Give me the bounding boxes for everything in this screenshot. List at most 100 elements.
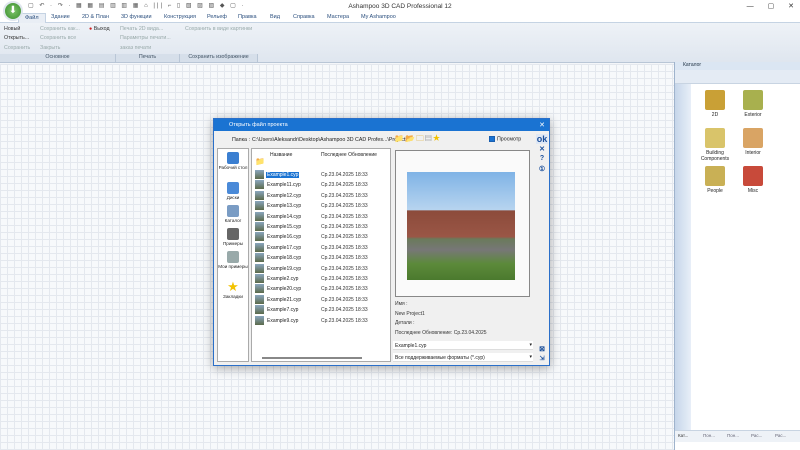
place-label: Диски xyxy=(227,195,240,200)
close-button[interactable]: Закрыть xyxy=(40,45,60,51)
file-name: Example13.cyp xyxy=(266,203,302,209)
catalog-item-exterior[interactable]: Exterior xyxy=(731,90,775,118)
file-row[interactable]: Example18.cypСр.23.04.2025 18:33 xyxy=(254,253,388,263)
catalog-item-label: Interior xyxy=(745,150,761,156)
file-row[interactable]: Example16.cypСр.23.04.2025 18:33 xyxy=(254,232,388,242)
exit-button[interactable]: ● Выход xyxy=(89,26,110,32)
tab-my-ashampoo[interactable]: My Ashampoo xyxy=(361,14,396,20)
save-all-button[interactable]: Сохранить все xyxy=(40,35,76,41)
file-name: Example11.cyp xyxy=(266,182,302,188)
tab-terrain[interactable]: Рельеф xyxy=(207,14,227,20)
file-row[interactable]: Example19.cypСр.23.04.2025 18:33 xyxy=(254,264,388,274)
catalog-item-misc[interactable]: Misc xyxy=(731,166,775,194)
file-row[interactable]: Example11.cypСр.23.04.2025 18:33 xyxy=(254,180,388,190)
tab-view[interactable]: Вид xyxy=(270,14,280,20)
resize-grip-icon[interactable]: ⇲ xyxy=(536,355,548,362)
file-row[interactable]: Example12.cypСр.23.04.2025 18:33 xyxy=(254,191,388,201)
new-folder-icon[interactable]: 🗀 xyxy=(416,134,425,143)
dropdown-arrow-icon[interactable]: ▾ xyxy=(529,342,532,348)
file-row[interactable]: Example13.cypСр.23.04.2025 18:33 xyxy=(254,201,388,211)
folder-up-icon[interactable]: 📁 xyxy=(394,134,405,143)
filetype-combo[interactable]: Все поддерживаемые форматы (*.cyp)▾ xyxy=(393,353,533,362)
file-row[interactable]: Example1.cypСр.23.04.2025 18:33 xyxy=(254,170,388,180)
tab-wizards[interactable]: Мастера xyxy=(327,14,349,20)
print-2d-button[interactable]: Печать 2D вида... xyxy=(120,26,163,32)
dropdown-arrow-icon[interactable]: ▾ xyxy=(529,354,532,360)
folder-path[interactable]: C:\Users\Aleksandr\Desktop\Ashampoo 3D C… xyxy=(252,137,408,143)
bottom-tab[interactable]: Пон... xyxy=(727,433,739,438)
tab-2d-plan[interactable]: 2D & План xyxy=(82,14,109,20)
parent-folder-icon[interactable]: 📁 xyxy=(255,157,265,166)
file-date: Ср.23.04.2025 18:33 xyxy=(321,193,368,199)
horizontal-scrollbar[interactable] xyxy=(254,355,388,361)
open-project-dialog: Открыть файл проекта ✕ Папка : C:\Users\… xyxy=(213,118,550,366)
ok-button[interactable]: ok xyxy=(536,134,548,144)
print-params-button[interactable]: Параметры печати... xyxy=(120,35,171,41)
file-name: Example21.cyp xyxy=(266,297,302,303)
info-button[interactable]: ① xyxy=(536,165,548,173)
folder-icon[interactable]: 📂 xyxy=(405,134,416,143)
place-examples[interactable]: Примеры xyxy=(218,228,248,246)
bottom-tab[interactable]: Рас... xyxy=(775,433,786,438)
thumbnail-icon xyxy=(255,180,264,189)
bottom-tab[interactable]: Пон... xyxy=(703,433,715,438)
place-my-examples[interactable]: Мои примеры xyxy=(218,251,248,269)
preview-label: Просмотр xyxy=(497,136,521,142)
filename-value: Example1.cyp xyxy=(395,343,426,349)
star-icon: ★ xyxy=(227,281,239,293)
file-date: Ср.23.04.2025 18:33 xyxy=(321,297,368,303)
scrollbar-thumb[interactable] xyxy=(262,357,362,359)
print-order-button[interactable]: заказ печати xyxy=(120,45,151,51)
folder-toolbar[interactable]: 📁📂🗀▤★ xyxy=(394,133,441,147)
bottom-tab[interactable]: Рас... xyxy=(751,433,762,438)
view-toggle-icon[interactable]: ⊠ xyxy=(536,345,548,353)
tab-edit[interactable]: Правка xyxy=(238,14,257,20)
tab-construction[interactable]: Конструкция xyxy=(164,14,196,20)
app-menu-button[interactable]: ⬇ xyxy=(3,1,23,21)
catalog-toolbar[interactable] xyxy=(675,70,800,84)
file-row[interactable]: Example15.cypСр.23.04.2025 18:33 xyxy=(254,222,388,232)
tab-building[interactable]: Здание xyxy=(51,14,70,20)
catalog-item-interior[interactable]: Interior xyxy=(731,128,775,156)
checkbox-icon xyxy=(489,136,495,142)
file-row[interactable]: Example17.cypСр.23.04.2025 18:33 xyxy=(254,243,388,253)
file-row[interactable]: Example21.cyp Ср.23.04.2025 18:33 xyxy=(254,295,388,305)
thumbnail-icon xyxy=(255,201,264,210)
column-updated[interactable]: Последнее Обновление xyxy=(321,152,377,158)
place-catalog[interactable]: Каталог xyxy=(218,205,248,223)
save-as-button[interactable]: Сохранить как... xyxy=(40,26,80,32)
title-bar: ▢ ↶ · ↷ · ▦ ▦ ▤ ▥ ▥ ▦ ⌂ ||| ⌐ ▯ ▧ ▨ ▨ ◆ … xyxy=(0,0,800,12)
help-button[interactable]: ? xyxy=(536,155,548,162)
file-date: Ср.23.04.2025 18:33 xyxy=(321,255,368,261)
file-row[interactable]: Example20.cypСр.23.04.2025 18:33 xyxy=(254,284,388,294)
thumbnail-icon xyxy=(255,222,264,231)
file-name: Example19.cyp xyxy=(266,266,302,272)
file-row[interactable]: Example2.cypСр.23.04.2025 18:33 xyxy=(254,274,388,284)
preview-checkbox[interactable]: Просмотр xyxy=(489,136,521,142)
tab-3d-functions[interactable]: 3D функции xyxy=(121,14,152,20)
tab-help[interactable]: Справка xyxy=(293,14,315,20)
window-title: Ashampoo 3D CAD Professional 12 xyxy=(0,3,800,10)
star-icon[interactable]: ★ xyxy=(433,134,442,143)
place-desktop[interactable]: Рабочий стол xyxy=(218,152,248,170)
file-row[interactable]: Example9.cypСр.23.04.2025 18:33 xyxy=(254,316,388,326)
window-controls[interactable]: — ▢ ✕ xyxy=(747,2,794,10)
file-list[interactable]: Название Последнее Обновление 📁 Example1… xyxy=(251,148,391,362)
list-view-icon[interactable]: ▤ xyxy=(425,134,433,143)
places-bar: Рабочий стол Диски Каталог Примеры Мои п… xyxy=(217,148,249,362)
file-row[interactable]: Example14.cypСр.23.04.2025 18:33 xyxy=(254,212,388,222)
column-name[interactable]: Название xyxy=(270,152,292,158)
open-button[interactable]: Открыть... xyxy=(4,35,29,41)
new-button[interactable]: Новый xyxy=(4,26,20,32)
place-bookmarks[interactable]: ★Закладки xyxy=(218,281,248,299)
thumbnail-icon xyxy=(255,232,264,241)
place-drives[interactable]: Диски xyxy=(218,182,248,200)
catalog-tree[interactable] xyxy=(675,84,691,432)
file-row[interactable]: Example7.cypСр.23.04.2025 18:33 xyxy=(254,305,388,315)
save-button[interactable]: Сохранить xyxy=(4,45,30,51)
bottom-tab[interactable]: Кат... xyxy=(678,433,688,438)
filename-combo[interactable]: Example1.cyp ▾ xyxy=(393,341,533,350)
close-icon[interactable]: ✕ xyxy=(539,121,545,129)
save-image-button[interactable]: Сохранить в виде картинки xyxy=(185,26,252,32)
cancel-button[interactable]: ✕ xyxy=(536,145,548,153)
